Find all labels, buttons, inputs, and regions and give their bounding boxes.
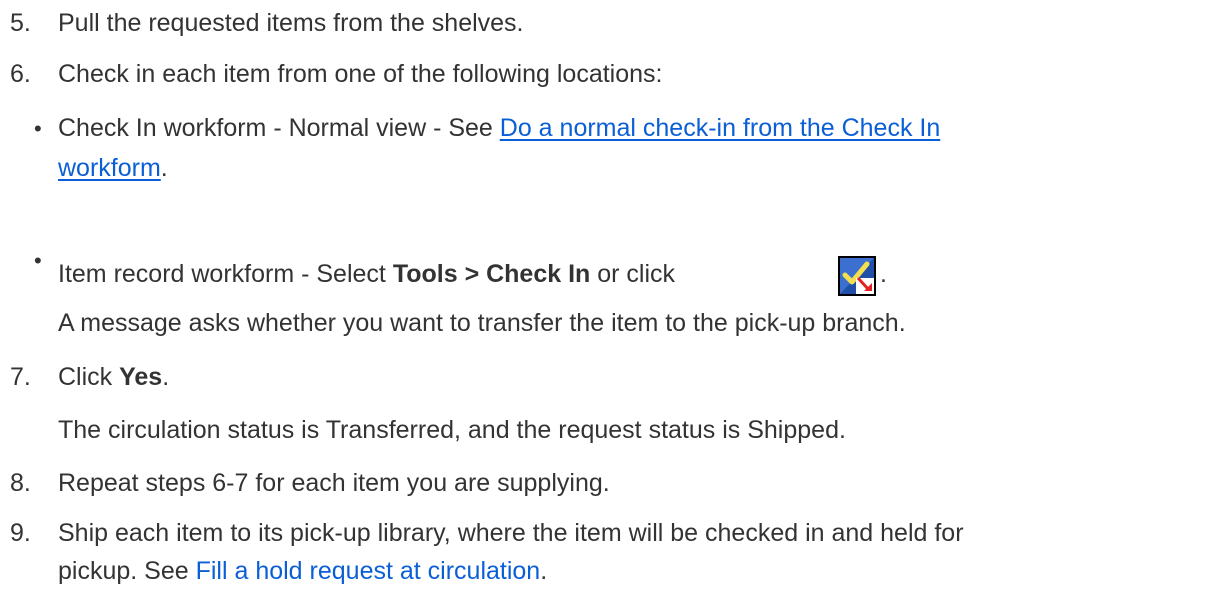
- step-number: 8.: [10, 469, 31, 497]
- yes-label: Yes: [119, 363, 163, 391]
- step-suffix: .: [540, 557, 548, 585]
- menu-path: Tools > Check In: [392, 260, 591, 288]
- check-in-icon[interactable]: [838, 256, 876, 296]
- bullet-marker: •: [34, 116, 42, 141]
- step-number: 5.: [10, 9, 31, 37]
- bullet-marker: •: [34, 248, 42, 273]
- step-number: 7.: [10, 363, 31, 391]
- step-text: Pull the requested items from the shelve…: [58, 9, 524, 37]
- step-text: Click: [58, 363, 120, 391]
- step-text: pickup. See: [58, 557, 196, 585]
- step-text: Check in each item from one of the follo…: [58, 60, 663, 88]
- step-suffix: .: [162, 363, 170, 391]
- bullet-suffix: .: [160, 154, 168, 182]
- normal-check-in-link-cont[interactable]: workform: [58, 154, 161, 182]
- step-number: 9.: [10, 519, 31, 547]
- bullet-text: Check In workform - Normal view - See: [58, 114, 500, 142]
- result-text: A message asks whether you want to trans…: [58, 309, 906, 337]
- bullet-text: Item record workform - Select: [58, 260, 393, 288]
- fill-hold-request-link[interactable]: Fill a hold request at circulation: [196, 557, 541, 585]
- normal-check-in-link[interactable]: Do a normal check-in from the Check In: [500, 114, 940, 142]
- step-text: Repeat steps 6-7 for each item you are s…: [58, 469, 610, 497]
- bullet-middle: or click: [590, 260, 676, 288]
- step-number: 6.: [10, 60, 31, 88]
- step-text: Ship each item to its pick-up library, w…: [58, 519, 964, 547]
- icon-suffix-row: .: [880, 258, 887, 291]
- bullet-suffix: .: [880, 260, 887, 288]
- result-text: The circulation status is Transferred, a…: [58, 416, 846, 444]
